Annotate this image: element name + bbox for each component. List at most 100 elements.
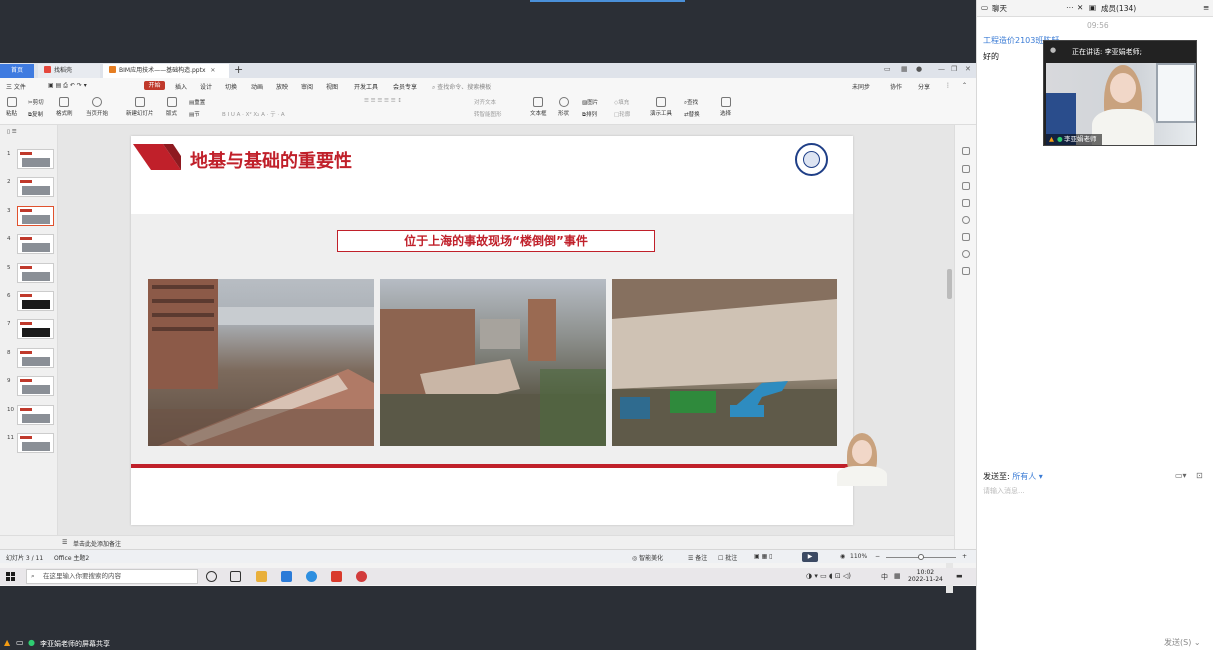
slide-thumbnail[interactable] xyxy=(17,347,54,368)
menu-transition[interactable]: 切换 xyxy=(225,82,237,91)
new-slide-button[interactable]: 新建幻灯片 xyxy=(126,97,154,117)
present-tools-button[interactable]: 演示工具 xyxy=(650,97,672,117)
image-icon[interactable] xyxy=(962,199,970,207)
picture-button[interactable]: ▨图片 xyxy=(582,98,598,106)
book-icon[interactable] xyxy=(962,267,970,275)
restore-icon[interactable]: ❐ xyxy=(951,65,957,73)
send-to[interactable]: 发送至: 所有人 ▾ xyxy=(983,471,1043,482)
shape-button[interactable]: 形状 xyxy=(558,97,569,117)
notes-bar[interactable]: ☰ 单击此处添加备注 xyxy=(0,535,954,549)
outline-toggle-icon[interactable]: ▯ ☰ xyxy=(7,129,17,135)
quick-access-icon[interactable]: ▣ ▤ ⎙ ↶ ↷ ▾ xyxy=(48,82,87,90)
menu-member[interactable]: 会员专享 xyxy=(393,82,417,91)
slide-thumbnail[interactable] xyxy=(17,433,54,453)
align-text-button[interactable]: 对齐文本 xyxy=(474,98,496,106)
taskbar-search-input[interactable]: ⌕ 在这里输入你要搜索的内容 xyxy=(26,569,198,584)
zoom-out-icon[interactable]: − xyxy=(875,553,880,560)
tab-chat[interactable]: 聊天 xyxy=(992,3,1007,14)
notes-toggle[interactable]: ☰ 备注 xyxy=(688,553,707,562)
chat-more-icon[interactable]: ⋯ xyxy=(1066,3,1074,12)
slide-thumbnail[interactable] xyxy=(17,404,54,425)
collapse-ribbon-icon[interactable]: ⌃ xyxy=(962,82,967,89)
slide-thumbnail[interactable] xyxy=(17,234,54,255)
text-box-button[interactable]: 文本框 xyxy=(530,97,547,117)
to-smartart-button[interactable]: 转智能图形 xyxy=(474,110,502,118)
send-options-icon[interactable]: ⌄ xyxy=(1191,638,1201,647)
screenshot-icon[interactable]: ⊡ xyxy=(1196,471,1203,480)
current-slide[interactable]: 地基与基础的重要性 位于上海的事故现场“楼倒倒”事件 xyxy=(131,136,853,525)
cut-button[interactable]: ✂剪切 xyxy=(28,98,44,106)
slide-thumbnail[interactable] xyxy=(17,319,54,340)
menu-file[interactable]: 三 文件 xyxy=(6,82,26,91)
members-menu-icon[interactable]: ≡ xyxy=(1203,3,1209,12)
menu-start[interactable]: 开始 xyxy=(144,81,165,90)
share-button[interactable]: 分享 xyxy=(918,82,930,91)
tab-docer[interactable]: 找稻壳 xyxy=(38,64,100,78)
comments-toggle[interactable]: ☐ 批注 xyxy=(718,553,737,562)
zoom-level[interactable]: 110% xyxy=(850,553,867,560)
close-tab-icon[interactable]: ✕ xyxy=(210,67,215,74)
zoom-in-icon[interactable]: + xyxy=(962,553,967,560)
menu-design[interactable]: 设计 xyxy=(200,82,212,91)
scrollbar-thumb[interactable] xyxy=(947,269,952,299)
menu-review[interactable]: 审阅 xyxy=(301,82,313,91)
folder-icon[interactable]: ▭▾ xyxy=(1175,471,1187,480)
select-button[interactable]: 选择 xyxy=(720,97,731,117)
more-icon[interactable]: ⋮ xyxy=(945,82,951,89)
smart-beautify-button[interactable]: ◎ 智能美化 xyxy=(632,553,663,562)
paste-button[interactable]: 粘贴 xyxy=(6,97,17,117)
camera-icon[interactable] xyxy=(962,233,970,241)
cortana-icon[interactable] xyxy=(206,571,217,582)
keyboard-icon[interactable]: ▦ xyxy=(894,572,901,580)
chat-input[interactable]: 请输入消息... xyxy=(983,486,1025,496)
slide-thumbnail[interactable] xyxy=(17,205,54,226)
slide-thumbnail[interactable] xyxy=(17,262,54,283)
help-icon[interactable] xyxy=(962,216,970,224)
task-view-icon[interactable] xyxy=(230,571,241,582)
add-tab-icon[interactable]: + xyxy=(234,63,243,77)
from-current-button[interactable]: 当页开始 xyxy=(86,97,108,117)
send-to-value[interactable]: 所有人 xyxy=(1012,472,1036,481)
zoom-slider-knob[interactable] xyxy=(918,554,924,560)
menu-animation[interactable]: 动画 xyxy=(251,82,263,91)
tab-members[interactable]: 成员(134) xyxy=(1101,3,1136,14)
replace-button[interactable]: ⇄替换 xyxy=(684,110,700,118)
layout-icon[interactable]: ▭ xyxy=(884,65,891,73)
chat-close-icon[interactable]: ✕ xyxy=(1077,3,1083,12)
outline-button[interactable]: □轮廓 xyxy=(614,110,630,118)
close-window-icon[interactable]: ✕ xyxy=(965,65,971,73)
font-format-group[interactable]: B I U A · X² X₂ A · 亍 · A xyxy=(222,110,285,118)
menu-developer[interactable]: 开发工具 xyxy=(354,82,378,91)
arrange-button[interactable]: ⧉排列 xyxy=(582,110,597,119)
slide-thumbnail[interactable] xyxy=(17,149,54,169)
store-icon[interactable] xyxy=(281,571,292,582)
avatar[interactable]: ● xyxy=(916,65,922,73)
slide-thumbnail[interactable] xyxy=(17,177,54,198)
find-button[interactable]: ⌕查找 xyxy=(684,98,698,107)
location-icon[interactable] xyxy=(962,250,970,258)
property-icon[interactable] xyxy=(962,147,970,155)
menu-insert[interactable]: 插入 xyxy=(175,82,187,91)
ime-indicator[interactable]: 中 xyxy=(881,572,888,582)
tab-pptx[interactable]: BIM应用技术——基础构造.pptx ✕ xyxy=(103,64,229,78)
star-icon[interactable] xyxy=(962,182,970,190)
file-explorer-icon[interactable] xyxy=(256,571,267,582)
section-button[interactable]: ▤节 xyxy=(189,110,200,118)
wps-icon[interactable] xyxy=(331,571,342,582)
meeting-app-icon[interactable] xyxy=(356,571,367,582)
adjust-icon[interactable] xyxy=(962,165,970,173)
grid-icon[interactable]: ▦ xyxy=(901,65,908,73)
windows-start-icon[interactable] xyxy=(6,572,16,582)
command-search[interactable]: ⌕ 查找命令、搜索模板 xyxy=(432,82,491,92)
tab-home[interactable]: 首页 xyxy=(0,64,34,78)
paragraph-group[interactable]: ☰ ☰ ☰ ☰ ☰ ↕ xyxy=(364,98,402,104)
minimize-icon[interactable]: — xyxy=(938,65,945,73)
menu-slideshow[interactable]: 放映 xyxy=(276,82,288,91)
vertical-scrollbar[interactable] xyxy=(946,199,953,593)
sync-status[interactable]: 未同步 xyxy=(852,82,870,91)
eye-icon[interactable]: ◉ xyxy=(840,553,845,560)
layout-button[interactable]: 版式 xyxy=(166,97,177,117)
reset-button[interactable]: ▤重置 xyxy=(189,98,205,106)
slide-thumbnail[interactable] xyxy=(17,291,54,311)
speaker-video-pane[interactable]: ● 正在讲话: 李亚娟老师; ▲ ● 李亚娟老师 xyxy=(1043,40,1197,146)
